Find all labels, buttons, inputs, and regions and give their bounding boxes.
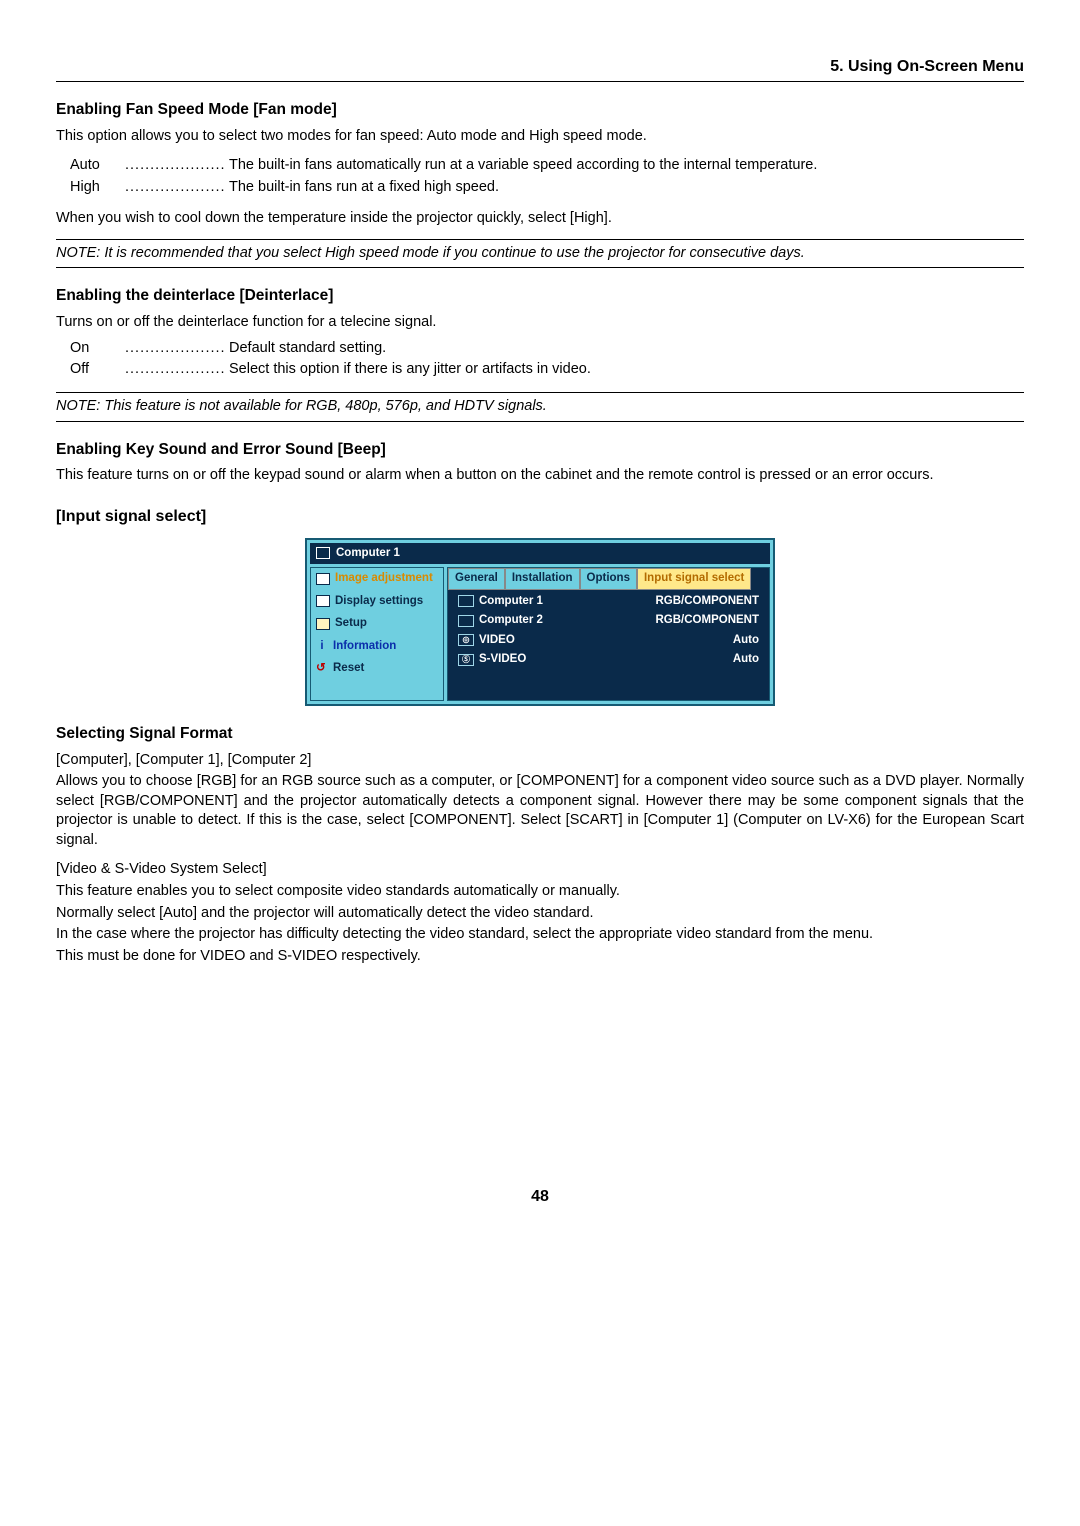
row-label: VIDEO — [479, 633, 515, 649]
adjust-icon — [316, 573, 330, 585]
note-deint: NOTE: This feature is not available for … — [56, 392, 1024, 422]
tab-options[interactable]: Options — [580, 568, 637, 590]
reset-icon: ↺ — [316, 661, 328, 677]
sidebar-item-information[interactable]: i Information — [311, 636, 443, 659]
row-value: Auto — [733, 633, 759, 649]
deint-intro: Turns on or off the deinterlace function… — [56, 313, 1024, 333]
dots — [125, 156, 225, 176]
row-value: Auto — [733, 652, 759, 668]
heading-fan-mode: Enabling Fan Speed Mode [Fan mode] — [56, 100, 1024, 121]
sidebar-item-setup[interactable]: Setup — [311, 613, 443, 636]
heading-deinterlace: Enabling the deinterlace [Deinterlace] — [56, 286, 1024, 307]
osd-title-bar: Computer 1 — [310, 543, 770, 565]
sigfmt-l5: Normally select [Auto] and the projector… — [56, 904, 1024, 924]
heading-signal-format: Selecting Signal Format — [56, 724, 1024, 745]
fan-outro: When you wish to cool down the temperatu… — [56, 209, 1024, 229]
row-value: RGB/COMPONENT — [656, 594, 760, 610]
sidebar-label: Information — [333, 639, 396, 655]
osd-sidebar: Image adjustment Display settings Setup … — [310, 567, 444, 701]
def-desc-off: Select this option if there is any jitte… — [225, 360, 1024, 380]
osd-row-computer1[interactable]: Computer 1 RGB/COMPONENT — [448, 592, 769, 612]
osd-title-text: Computer 1 — [336, 546, 400, 562]
deint-definitions: On Default standard setting. Off Select … — [70, 339, 1024, 380]
osd-row-computer2[interactable]: Computer 2 RGB/COMPONENT — [448, 611, 769, 631]
sidebar-label: Image adjustment — [335, 571, 433, 587]
sidebar-label: Display settings — [335, 594, 423, 610]
sigfmt-l4: This feature enables you to select compo… — [56, 882, 1024, 902]
osd-row-video[interactable]: ◎ VIDEO Auto — [448, 631, 769, 651]
def-desc-high: The built-in fans run at a fixed high sp… — [225, 178, 1024, 198]
osd-menu-screenshot: Computer 1 Image adjustment Display sett… — [305, 538, 775, 706]
sigfmt-l3: [Video & S-Video System Select] — [56, 860, 1024, 880]
row-label: S-VIDEO — [479, 652, 526, 668]
svideo-icon: Ⓢ — [458, 654, 474, 666]
computer-icon — [458, 595, 474, 607]
setup-icon — [316, 618, 330, 630]
def-desc-auto: The built-in fans automatically run at a… — [225, 156, 1024, 176]
sidebar-item-image-adjustment[interactable]: Image adjustment — [311, 568, 443, 591]
sigfmt-l2: Allows you to choose [RGB] for an RGB so… — [56, 772, 1024, 850]
def-term-on: On — [70, 339, 125, 359]
fan-intro: This option allows you to select two mod… — [56, 127, 1024, 147]
chapter-header: 5. Using On-Screen Menu — [56, 56, 1024, 82]
def-desc-on: Default standard setting. — [225, 339, 1024, 359]
page-number: 48 — [56, 1186, 1024, 1208]
sigfmt-l1: [Computer], [Computer 1], [Computer 2] — [56, 751, 1024, 771]
heading-input-signal: [Input signal select] — [56, 506, 1024, 528]
dots — [125, 339, 225, 359]
display-icon — [316, 595, 330, 607]
osd-tabs: General Installation Options Input signa… — [448, 568, 769, 590]
row-label: Computer 1 — [479, 594, 543, 610]
sidebar-item-reset[interactable]: ↺ Reset — [311, 658, 443, 681]
heading-beep: Enabling Key Sound and Error Sound [Beep… — [56, 440, 1024, 461]
def-term-off: Off — [70, 360, 125, 380]
tab-general[interactable]: General — [448, 568, 505, 590]
dots — [125, 360, 225, 380]
monitor-icon — [316, 547, 330, 559]
row-value: RGB/COMPONENT — [656, 613, 760, 629]
video-icon: ◎ — [458, 634, 474, 646]
computer-icon — [458, 615, 474, 627]
fan-definitions: Auto The built-in fans automatically run… — [70, 156, 1024, 197]
note-fan: NOTE: It is recommended that you select … — [56, 239, 1024, 269]
osd-row-svideo[interactable]: Ⓢ S-VIDEO Auto — [448, 650, 769, 670]
sidebar-item-display-settings[interactable]: Display settings — [311, 591, 443, 614]
tab-input-signal-select[interactable]: Input signal select — [637, 568, 751, 590]
def-term-auto: Auto — [70, 156, 125, 176]
sidebar-label: Setup — [335, 616, 367, 632]
tab-installation[interactable]: Installation — [505, 568, 580, 590]
osd-main-panel: General Installation Options Input signa… — [447, 567, 770, 701]
sidebar-label: Reset — [333, 661, 364, 677]
dots — [125, 178, 225, 198]
def-term-high: High — [70, 178, 125, 198]
row-label: Computer 2 — [479, 613, 543, 629]
sigfmt-l6: In the case where the projector has diff… — [56, 925, 1024, 945]
sigfmt-l7: This must be done for VIDEO and S-VIDEO … — [56, 947, 1024, 967]
beep-body: This feature turns on or off the keypad … — [56, 466, 1024, 486]
info-icon: i — [316, 639, 328, 655]
